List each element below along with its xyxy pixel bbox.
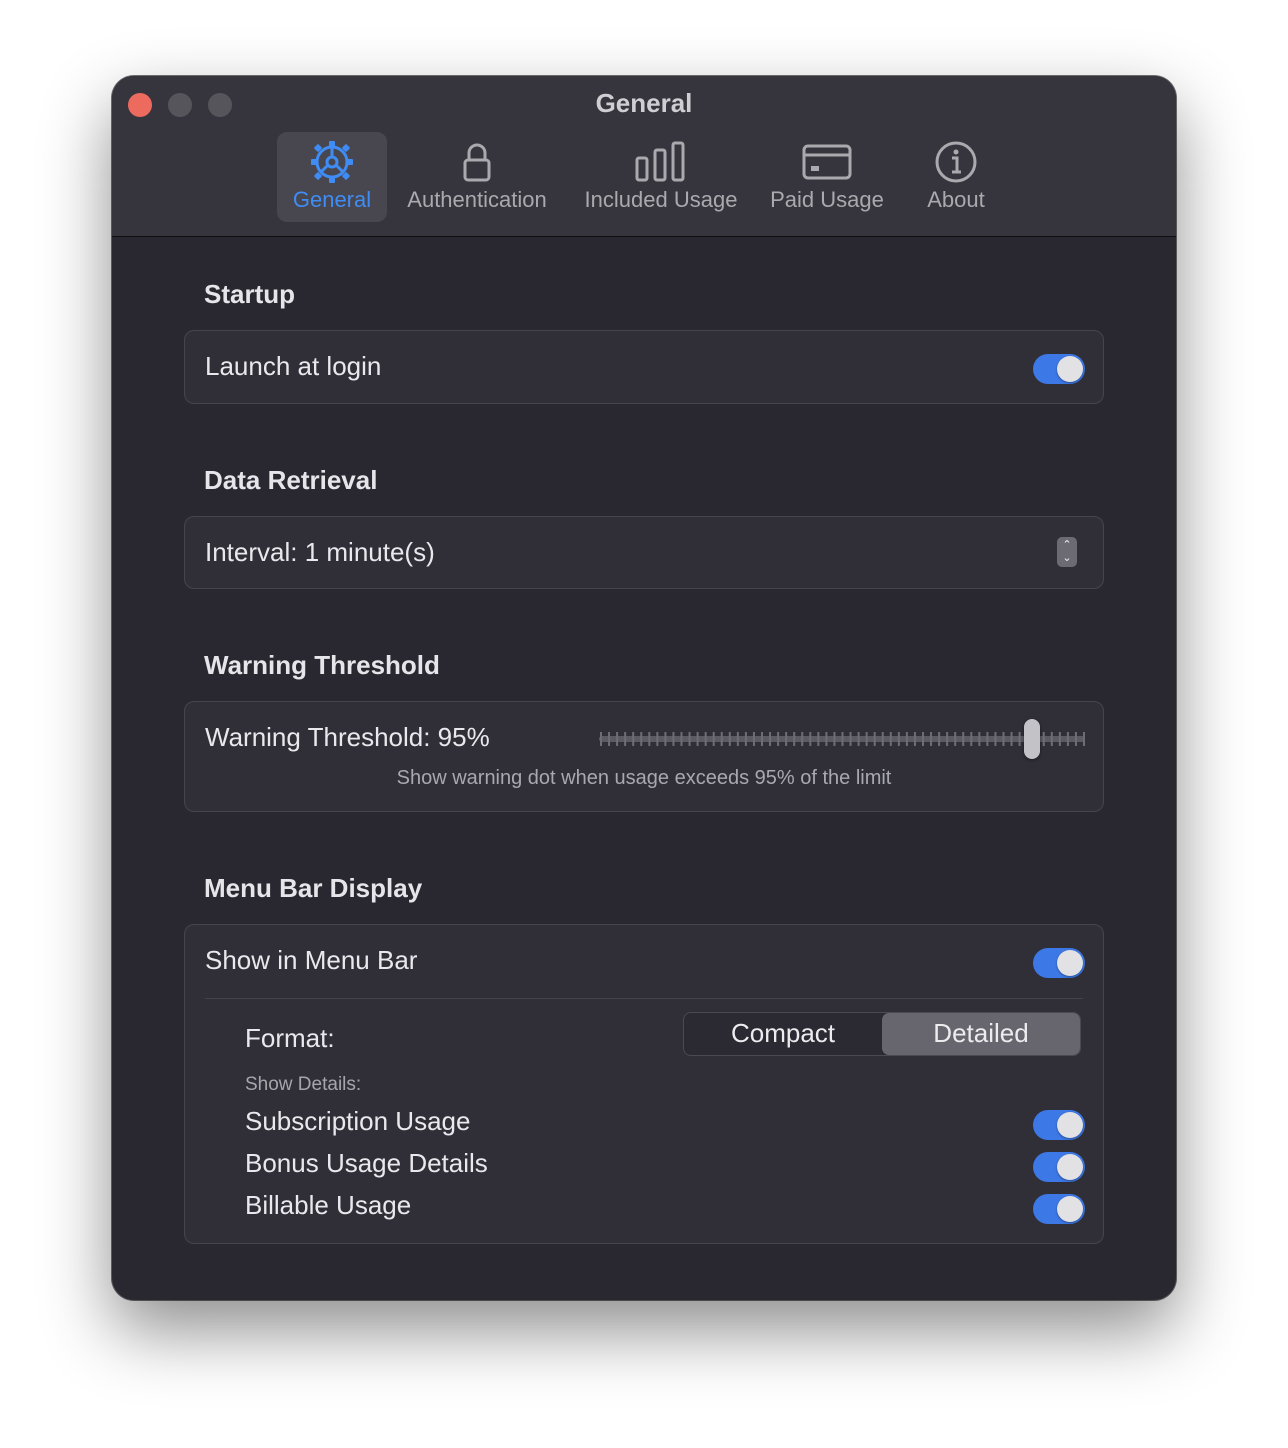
section-title-data-retrieval: Data Retrieval — [204, 465, 378, 495]
toggle-knob — [1057, 950, 1083, 976]
lock-icon — [397, 138, 557, 186]
interval-label: Interval: 1 minute(s) — [205, 537, 435, 567]
bar-chart-icon — [574, 138, 748, 186]
show-in-menu-bar-toggle[interactable] — [1033, 948, 1085, 978]
tab-included-usage[interactable]: Included Usage — [574, 132, 748, 222]
bonus-usage-details-label: Bonus Usage Details — [245, 1148, 488, 1178]
chevron-up-icon: ⌃ — [1062, 539, 1072, 551]
slider-thumb[interactable] — [1024, 719, 1040, 759]
credit-card-icon — [762, 138, 892, 186]
format-option-detailed[interactable]: Detailed — [882, 1013, 1080, 1055]
tab-label: Included Usage — [584, 187, 738, 212]
warning-helper-text: Show warning dot when usage exceeds 95% … — [396, 767, 892, 789]
section-title-menu-bar-display: Menu Bar Display — [204, 873, 423, 903]
show-in-menu-bar-label: Show in Menu Bar — [205, 945, 418, 975]
toggle-knob — [1057, 1112, 1083, 1138]
show-details-label: Show Details: — [245, 1074, 362, 1095]
section-title-startup: Startup — [204, 279, 295, 309]
toggle-knob — [1057, 356, 1083, 382]
tab-general[interactable]: General — [277, 132, 387, 222]
interval-stepper[interactable]: ⌃ ⌄ — [1057, 537, 1077, 567]
launch-at-login-toggle[interactable] — [1033, 354, 1085, 384]
launch-at-login-label: Launch at login — [205, 351, 382, 381]
tab-label: Authentication — [407, 187, 547, 212]
tab-authentication[interactable]: Authentication — [397, 132, 557, 222]
format-option-compact[interactable]: Compact — [684, 1013, 882, 1055]
tab-paid-usage[interactable]: Paid Usage — [762, 132, 892, 222]
gear-icon — [277, 138, 387, 186]
billable-usage-toggle[interactable] — [1033, 1194, 1085, 1224]
format-label: Format: — [245, 1023, 335, 1053]
toggle-knob — [1057, 1154, 1083, 1180]
tab-label: General — [292, 187, 372, 212]
warning-threshold-slider[interactable] — [599, 732, 1085, 746]
warning-threshold-card: Warning Threshold: 95% Show warning dot … — [184, 701, 1104, 812]
format-segmented-control: Compact Detailed — [683, 1012, 1081, 1056]
bonus-usage-details-toggle[interactable] — [1033, 1152, 1085, 1182]
subscription-usage-label: Subscription Usage — [245, 1106, 471, 1136]
subscription-usage-toggle[interactable] — [1033, 1110, 1085, 1140]
toolbar: General General Authentication Included … — [112, 76, 1176, 237]
section-title-warning-threshold: Warning Threshold — [204, 650, 440, 680]
tab-label: About — [927, 187, 985, 212]
divider — [205, 998, 1083, 999]
startup-card: Launch at login — [184, 330, 1104, 404]
tab-about[interactable]: About — [912, 132, 1000, 222]
info-icon — [912, 138, 1000, 186]
warning-threshold-label: Warning Threshold: 95% — [205, 722, 490, 752]
toggle-knob — [1057, 1196, 1083, 1222]
data-retrieval-card: Interval: 1 minute(s) ⌃ ⌄ — [184, 516, 1104, 589]
menu-bar-card: Show in Menu Bar Format: Compact Detaile… — [184, 924, 1104, 1244]
billable-usage-label: Billable Usage — [245, 1190, 412, 1220]
preferences-window: General General Authentication Included … — [112, 76, 1176, 1300]
chevron-down-icon: ⌄ — [1062, 552, 1072, 564]
tab-label: Paid Usage — [770, 187, 884, 212]
window-title: General — [595, 88, 693, 118]
